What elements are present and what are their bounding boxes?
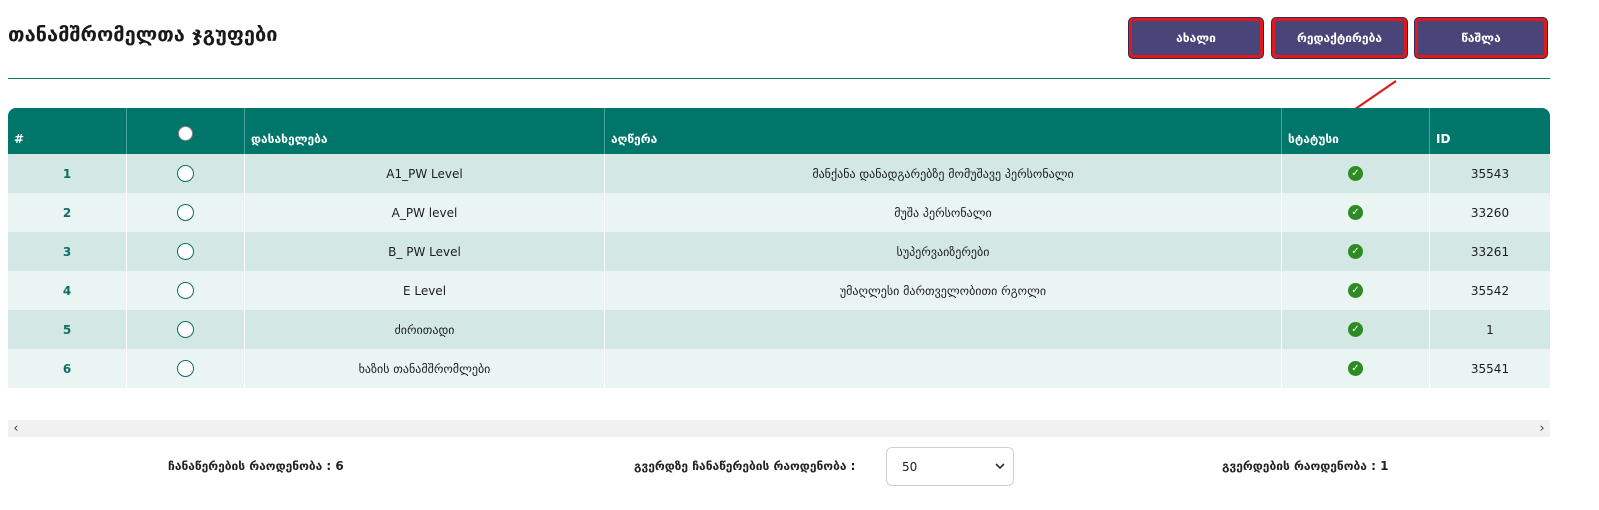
header-select[interactable] xyxy=(127,108,245,154)
row-radio[interactable] xyxy=(177,360,194,377)
row-description: უმაღლესი მართველობითი რგოლი xyxy=(605,271,1282,310)
header-id[interactable]: ID xyxy=(1430,108,1550,154)
header-name[interactable]: დასახელება xyxy=(245,108,605,154)
records-count: ჩანაწერების რაოდენობა : 6 xyxy=(168,459,344,473)
row-description: მანქანა დანადგარებზე მომუშავე პერსონალი xyxy=(605,154,1282,193)
header-description[interactable]: აღწერა xyxy=(605,108,1282,154)
groups-table: # დასახელება აღწერა სტატუსი ID 1 A1_PW L… xyxy=(8,108,1550,388)
check-circle-icon: ✓ xyxy=(1348,244,1363,259)
row-num: 3 xyxy=(8,232,127,271)
row-status: ✓ xyxy=(1282,349,1430,388)
row-id: 35541 xyxy=(1470,361,1510,376)
row-id: 35543 xyxy=(1470,166,1510,181)
row-name: ძირითადი xyxy=(245,310,605,349)
row-status: ✓ xyxy=(1282,271,1430,310)
row-num: 1 xyxy=(8,154,127,193)
row-name: E Level xyxy=(245,271,605,310)
chevron-left-icon[interactable]: ‹ xyxy=(8,420,24,437)
row-select[interactable] xyxy=(127,310,245,349)
new-button[interactable]: ახალი xyxy=(1128,17,1264,59)
table-body: 1 A1_PW Level მანქანა დანადგარებზე მომუშ… xyxy=(8,154,1550,388)
header-status[interactable]: სტატუსი xyxy=(1282,108,1430,154)
page: თანამშრომელთა ჯგუფები ახალი რედაქტირება … xyxy=(0,0,1599,510)
row-radio[interactable] xyxy=(177,243,194,260)
check-circle-icon: ✓ xyxy=(1348,166,1363,181)
row-radio[interactable] xyxy=(177,282,194,299)
per-page-select[interactable]: 50 xyxy=(886,447,1014,486)
row-status: ✓ xyxy=(1282,193,1430,232)
chevron-right-icon[interactable]: › xyxy=(1534,420,1550,437)
row-select[interactable] xyxy=(127,193,245,232)
row-name: A_PW level xyxy=(245,193,605,232)
per-page-value: 50 xyxy=(902,459,918,474)
header-divider xyxy=(8,78,1550,79)
row-name: ხაზის თანამშრომლები xyxy=(245,349,605,388)
row-description xyxy=(605,310,1282,349)
table-row[interactable]: 3 B_ PW Level სუპერვაიზერები ✓ 33261 xyxy=(8,232,1550,271)
check-circle-icon: ✓ xyxy=(1348,283,1363,298)
table-header: # დასახელება აღწერა სტატუსი ID xyxy=(8,108,1550,154)
row-num: 2 xyxy=(8,193,127,232)
table-row[interactable]: 6 ხაზის თანამშრომლები ✓ 35541 xyxy=(8,349,1550,388)
chevron-down-icon xyxy=(995,463,1005,470)
delete-button[interactable]: წაშლა xyxy=(1414,17,1548,59)
per-page-label: გვერდზე ჩანაწერების რაოდენობა : xyxy=(634,459,856,473)
row-status: ✓ xyxy=(1282,154,1430,193)
check-circle-icon: ✓ xyxy=(1348,361,1363,376)
row-status: ✓ xyxy=(1282,232,1430,271)
check-circle-icon: ✓ xyxy=(1348,205,1363,220)
horizontal-scrollbar[interactable]: ‹ › xyxy=(8,420,1550,437)
select-all-radio[interactable] xyxy=(178,126,193,141)
row-num: 5 xyxy=(8,310,127,349)
header-num: # xyxy=(8,108,127,154)
table-row[interactable]: 1 A1_PW Level მანქანა დანადგარებზე მომუშ… xyxy=(8,154,1550,193)
row-description: სუპერვაიზერები xyxy=(605,232,1282,271)
row-id: 1 xyxy=(1486,322,1494,337)
row-id: 33260 xyxy=(1470,205,1510,220)
row-description: მუშა პერსონალი xyxy=(605,193,1282,232)
page-title: თანამშრომელთა ჯგუფები xyxy=(8,22,278,46)
row-id: 35542 xyxy=(1470,283,1510,298)
row-num: 6 xyxy=(8,349,127,388)
row-radio[interactable] xyxy=(177,204,194,221)
row-description xyxy=(605,349,1282,388)
row-name: B_ PW Level xyxy=(245,232,605,271)
row-status: ✓ xyxy=(1282,310,1430,349)
edit-button[interactable]: რედაქტირება xyxy=(1271,17,1408,59)
check-circle-icon: ✓ xyxy=(1348,322,1363,337)
row-id: 33261 xyxy=(1470,244,1510,259)
table-row[interactable]: 4 E Level უმაღლესი მართველობითი რგოლი ✓ … xyxy=(8,271,1550,310)
row-select[interactable] xyxy=(127,154,245,193)
row-radio[interactable] xyxy=(177,321,194,338)
row-num: 4 xyxy=(8,271,127,310)
pages-count: გვერდების რაოდენობა : 1 xyxy=(1222,459,1389,473)
row-radio[interactable] xyxy=(177,165,194,182)
row-select[interactable] xyxy=(127,349,245,388)
row-select[interactable] xyxy=(127,232,245,271)
table-row[interactable]: 2 A_PW level მუშა პერსონალი ✓ 33260 xyxy=(8,193,1550,232)
row-name: A1_PW Level xyxy=(245,154,605,193)
row-select[interactable] xyxy=(127,271,245,310)
table-row[interactable]: 5 ძირითადი ✓ 1 xyxy=(8,310,1550,349)
